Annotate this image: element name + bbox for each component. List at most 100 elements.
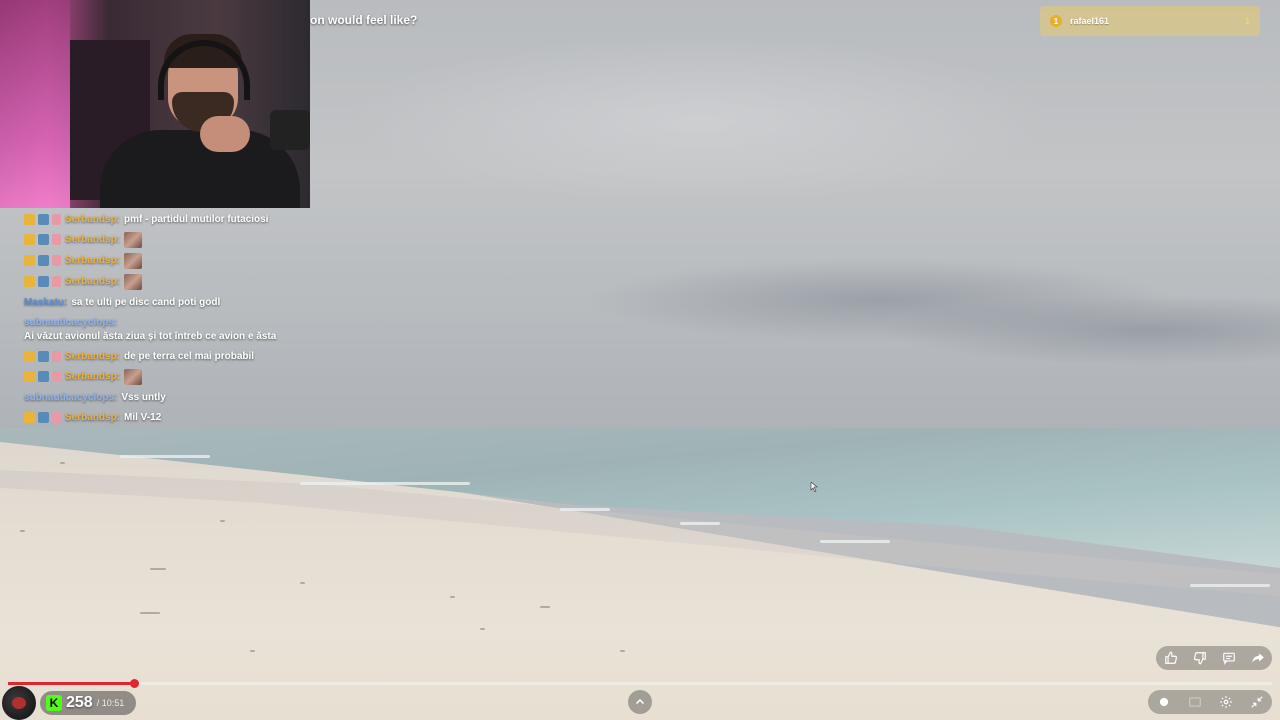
camera-badge-icon — [38, 412, 49, 423]
crown-badge-icon — [24, 255, 35, 266]
crown-badge-icon — [24, 234, 35, 245]
chat-message: subnauticacyclops: Ai văzut avionul ăsta… — [24, 313, 364, 347]
chat-message: Serbandsp: — [24, 251, 364, 272]
chat-text: de pe terra cel mai probabil — [124, 351, 255, 362]
viewer-time-pill: K 258 / 10:51 — [40, 691, 136, 715]
camera-badge-icon — [38, 351, 49, 362]
wave-foam — [820, 540, 890, 543]
user-badges — [24, 255, 61, 266]
user-badges — [24, 276, 61, 287]
player-controls-left: K 258 / 10:51 — [0, 686, 200, 720]
top-subscriber-card: 1 rafael161 1 — [1040, 6, 1260, 36]
sand-debris — [220, 520, 225, 522]
chat-username: Serbandsp: — [65, 276, 121, 287]
gift-badge-icon — [52, 371, 61, 382]
chat-text: Vss untly — [121, 392, 166, 403]
gear-icon[interactable] — [1216, 692, 1236, 712]
wave-foam — [300, 482, 470, 485]
camera-badge-icon — [38, 371, 49, 382]
user-badges — [24, 412, 61, 423]
chat-message: subnauticacyclops: Vss untly — [24, 388, 364, 408]
chat-message: Serbandsp: Mil V-12 — [24, 408, 364, 428]
webcam-overlay — [0, 0, 310, 208]
sand-debris — [480, 628, 485, 630]
chat-text: Mil V-12 — [124, 412, 162, 423]
crown-badge-icon — [24, 276, 35, 287]
camera-badge-icon — [38, 214, 49, 225]
gift-badge-icon — [52, 234, 61, 245]
sand-debris — [620, 650, 625, 652]
chat-username: Serbandsp: — [65, 412, 121, 423]
stream-question-text: on would feel like? — [310, 13, 418, 27]
user-badges — [24, 351, 61, 362]
chat-username: Serbandsp: — [65, 214, 121, 225]
sand-debris — [540, 606, 550, 608]
chat-emote-icon — [124, 253, 143, 269]
sand-debris — [250, 650, 255, 652]
microphone — [270, 110, 310, 150]
chat-username: Maskatu: — [24, 297, 68, 308]
user-badges — [24, 371, 61, 382]
thumbs-up-icon[interactable] — [1161, 648, 1181, 668]
chat-username: subnauticacyclops: — [24, 317, 118, 328]
exit-fullscreen-icon[interactable] — [1247, 692, 1267, 712]
camera-badge-icon — [38, 234, 49, 245]
chat-username: Serbandsp: — [65, 234, 121, 245]
chat-emote-icon — [124, 369, 143, 385]
video-duration: / 10:51 — [96, 698, 125, 708]
gift-badge-icon — [52, 412, 61, 423]
chat-text: Ai văzut avionul ăsta ziua și tot întreb… — [24, 331, 277, 342]
sand-debris — [450, 596, 455, 598]
chat-username: Serbandsp: — [65, 255, 121, 266]
chat-message: Serbandsp: — [24, 272, 364, 293]
neon-light — [0, 0, 70, 208]
chevron-up-icon[interactable] — [628, 690, 652, 714]
chat-text: sa te ulti pe disc cand poti godl — [71, 297, 221, 308]
chat-message: Serbandsp: de pe terra cel mai probabil — [24, 347, 364, 367]
player-controls-right — [1148, 690, 1272, 714]
crown-badge-icon — [24, 214, 35, 225]
crown-badge-icon — [24, 351, 35, 362]
chat-message: Serbandsp: pmf - partidul mutilor futaci… — [24, 210, 364, 230]
crown-badge-icon — [24, 412, 35, 423]
streamer-hand — [200, 116, 250, 152]
progress-bar[interactable] — [8, 679, 1272, 688]
sand-debris — [60, 462, 65, 464]
rank-coin-icon: 1 — [1050, 15, 1062, 27]
gift-badge-icon — [52, 276, 61, 287]
gift-badge-icon — [52, 255, 61, 266]
video-action-bar — [1156, 646, 1272, 670]
sand-debris — [300, 582, 305, 584]
chat-message: Serbandsp: — [24, 230, 364, 251]
comment-icon[interactable] — [1219, 648, 1239, 668]
chat-overlay: Serbandsp: pmf - partidul mutilor futaci… — [24, 210, 364, 428]
channel-avatar[interactable] — [2, 686, 36, 720]
chat-text: pmf - partidul mutilor futaciosi — [124, 214, 269, 225]
kick-logo-icon: K — [46, 695, 62, 711]
progress-fill — [8, 682, 135, 685]
chat-username: Serbandsp: — [65, 351, 121, 362]
camera-badge-icon — [38, 255, 49, 266]
thumbs-down-icon[interactable] — [1190, 648, 1210, 668]
miniplayer-icon[interactable] — [1185, 692, 1205, 712]
gift-badge-icon — [52, 351, 61, 362]
user-badges — [24, 234, 61, 245]
subscriber-name: rafael161 — [1070, 16, 1110, 26]
wave-foam — [120, 455, 210, 458]
sand-debris — [150, 568, 166, 570]
sand-debris — [140, 612, 160, 614]
gift-badge-icon — [52, 214, 61, 225]
user-badges — [24, 214, 61, 225]
sand-debris — [20, 530, 25, 532]
chat-message: Serbandsp: — [24, 367, 364, 388]
chat-username: subnauticacyclops: — [24, 392, 118, 403]
share-icon[interactable] — [1248, 648, 1268, 668]
avatar-logo-icon — [12, 697, 26, 709]
mouse-cursor-icon — [810, 482, 818, 492]
wave-foam — [680, 522, 720, 525]
wave-foam — [1190, 584, 1270, 587]
autoplay-toggle-icon[interactable] — [1154, 692, 1174, 712]
chat-username: Serbandsp: — [65, 371, 121, 382]
subscriber-count: 1 — [1244, 16, 1250, 26]
chat-message: Maskatu: sa te ulti pe disc cand poti go… — [24, 293, 364, 313]
